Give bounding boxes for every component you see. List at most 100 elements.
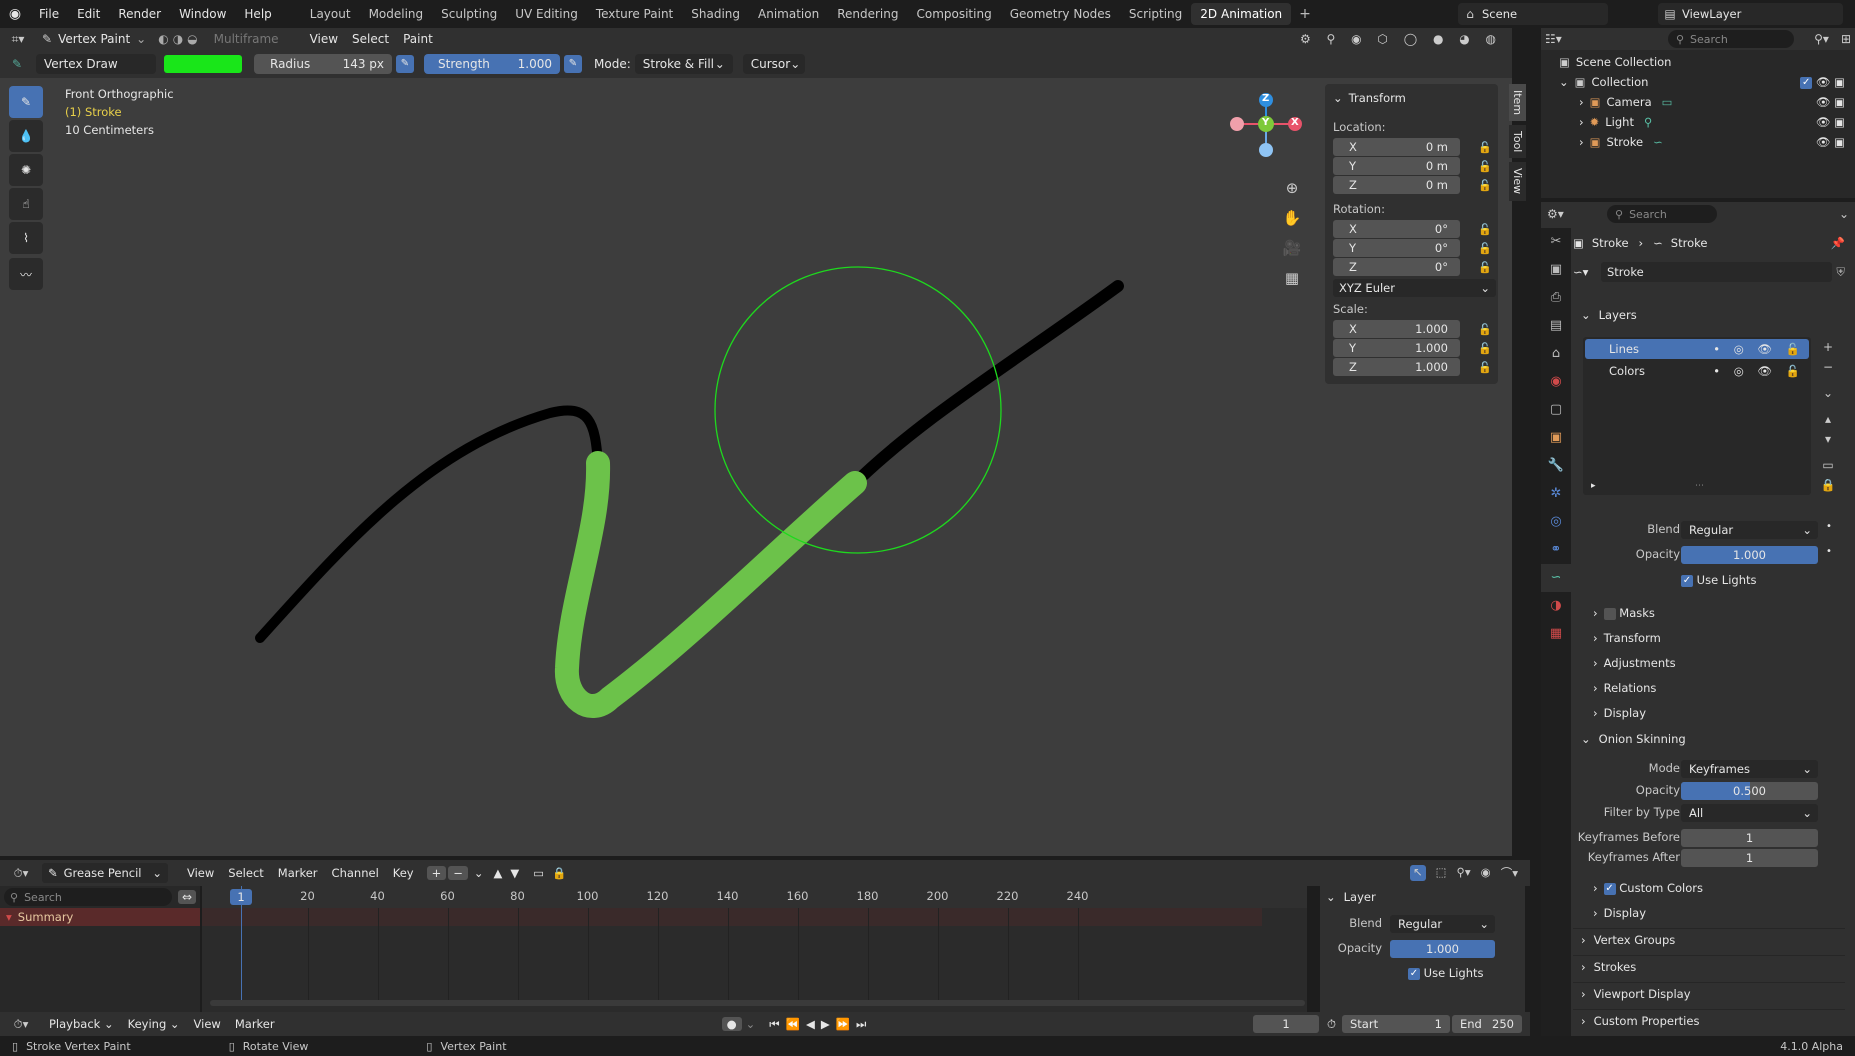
navigation-gizmo[interactable]: Z Y X <box>1225 92 1305 172</box>
grid-ortho-icon[interactable]: ▦ <box>1279 263 1305 293</box>
isolate-lock-icon[interactable]: 🔒 <box>1818 475 1838 495</box>
dopesheet-area[interactable]: 20 40 60 80 100 120 140 160 180 200 220 240 1 <box>202 886 1307 1014</box>
average-tool-icon[interactable]: ✺ <box>9 154 43 186</box>
keying-menu[interactable]: Keying ⌄ <box>121 1013 187 1035</box>
current-frame-field[interactable]: 1 <box>1253 1015 1320 1033</box>
layers-section-header[interactable]: ⌄ Layers <box>1573 304 1845 326</box>
interpolation-icon[interactable]: ⌒▾ <box>1501 865 1518 881</box>
datablock-selector[interactable]: ∽▾ Stroke ⛨ <box>1573 262 1845 282</box>
dopesheet-mode-dropdown[interactable]: ✎ Grease Pencil ⌄ <box>42 863 168 883</box>
scene-tab-icon[interactable]: ⌂ <box>1541 340 1571 368</box>
transform-subsection[interactable]: › Transform <box>1573 626 1845 651</box>
delete-keyframe-icon[interactable]: − <box>448 866 468 880</box>
collection-row[interactable]: ⌄ ▣ Collection ✓ 👁 ▣ <box>1559 72 1849 92</box>
add-workspace-icon[interactable]: + <box>1291 6 1319 22</box>
display-icon[interactable]: ▭ <box>533 866 544 880</box>
menu-view[interactable]: View <box>180 862 221 884</box>
start-frame-field[interactable]: Start 1 <box>1342 1015 1450 1033</box>
summary-channel[interactable]: ▾ Summary <box>0 908 200 926</box>
layer-panel-header[interactable]: ⌄ Layer <box>1320 886 1525 908</box>
tab-animation[interactable]: Animation <box>749 3 828 25</box>
rotation-x-field[interactable]: X 0° <box>1333 220 1460 238</box>
lock-icon[interactable]: 🔓 <box>1478 361 1492 374</box>
camera-icon[interactable]: ▣ <box>1834 75 1845 89</box>
opacity-field[interactable]: 1.000 <box>1390 940 1495 958</box>
mask-toggle-icons[interactable]: ◐◑◒ <box>152 32 207 46</box>
editor-type-icon[interactable]: ⏱▾ <box>0 1017 42 1032</box>
menu-paint[interactable]: Paint <box>396 28 440 50</box>
lock-icon[interactable]: 🔓 <box>1478 141 1492 154</box>
tab-scripting[interactable]: Scripting <box>1120 3 1191 25</box>
horizontal-scrollbar[interactable] <box>210 1000 1305 1006</box>
outliner-item-camera[interactable]: › ▣ Camera ▭ 👁 ▣ <box>1579 92 1849 112</box>
keyframes-after-field[interactable]: 1 <box>1681 849 1818 867</box>
pen-pressure-icon[interactable]: ✎ <box>396 55 414 73</box>
tab-geometry-nodes[interactable]: Geometry Nodes <box>1001 3 1120 25</box>
channel-search-input[interactable]: ⚲ Search <box>4 888 172 906</box>
layer-toggle-icons[interactable]: • ◎ 👁 🔓 <box>1713 342 1805 356</box>
proportional-icon[interactable]: ◉ <box>1481 865 1491 881</box>
frame-ruler[interactable] <box>202 886 1307 908</box>
outliner-search-input[interactable]: ⚲ Search <box>1667 30 1795 48</box>
play-icon[interactable]: ▶ <box>821 1017 830 1031</box>
display-subsection[interactable]: › Display <box>1573 701 1845 726</box>
brush-icon[interactable]: ✎ <box>12 57 32 71</box>
menu-view[interactable]: View <box>303 28 345 50</box>
collection-tab-icon[interactable]: ▢ <box>1541 396 1571 424</box>
view-layer-tab-icon[interactable]: ▤ <box>1541 312 1571 340</box>
menu-edit[interactable]: Edit <box>68 0 109 28</box>
swap-icon[interactable]: ⇔ <box>177 890 196 904</box>
relations-subsection[interactable]: › Relations <box>1573 676 1845 701</box>
checkbox-icon[interactable] <box>1603 607 1616 620</box>
custom-properties-section[interactable]: › Custom Properties <box>1573 1009 1845 1031</box>
onion-opacity-slider[interactable]: 0.500 <box>1681 782 1818 800</box>
outliner-item-light[interactable]: › ✹ Light ⚲ 👁 ▣ <box>1579 112 1849 132</box>
insert-keyframe-icon[interactable]: + <box>426 866 447 880</box>
blend-dropdown[interactable]: Regular ⌄ <box>1681 521 1818 539</box>
mode-dropdown[interactable]: Stroke & Fill ⌄ <box>634 54 733 74</box>
lock-icon[interactable]: 🔓 <box>1478 261 1492 274</box>
strokes-section[interactable]: › Strokes <box>1573 955 1845 977</box>
jump-end-icon[interactable]: ⏭ <box>856 1017 866 1032</box>
viewport-shading-icons[interactable]: ⚙ ⚲ ◉ ⬡ ◯ ● ◕ ◍ <box>1300 32 1512 46</box>
playhead-frame[interactable]: 1 <box>230 889 252 905</box>
tab-rendering[interactable]: Rendering <box>828 3 907 25</box>
texture-tab-icon[interactable]: ▦ <box>1541 620 1571 648</box>
lock-icon[interactable]: 🔓 <box>1478 223 1492 236</box>
radius-field[interactable]: Radius 143 px <box>254 54 392 74</box>
constraints-tab-icon[interactable]: ⚭ <box>1541 536 1571 564</box>
mode-selector[interactable]: ✎ Vertex Paint ⌄ <box>36 32 152 46</box>
viewport-display-section[interactable]: › Viewport Display <box>1573 982 1845 1004</box>
tab-layout[interactable]: Layout <box>301 3 360 25</box>
outliner-item-stroke[interactable]: › ▣ Stroke ∽ 👁 ▣ <box>1579 132 1849 152</box>
scale-z-field[interactable]: Z 1.000 <box>1333 358 1460 376</box>
onion-mode-dropdown[interactable]: Keyframes ⌄ <box>1681 760 1818 778</box>
eye-icon[interactable]: 👁 <box>1816 75 1831 89</box>
camera-view-icon[interactable]: 🎥 <box>1279 233 1305 263</box>
view-layer-selector[interactable]: ▤ ViewLayer <box>1658 3 1843 25</box>
checkbox-icon[interactable]: ✓ <box>1681 574 1693 587</box>
scale-y-field[interactable]: Y 1.000 <box>1333 339 1460 357</box>
location-x-field[interactable]: X 0 m <box>1333 138 1460 156</box>
checkbox-icon[interactable]: ✓ <box>1800 76 1813 89</box>
pan-hand-icon[interactable]: ✋ <box>1279 203 1305 233</box>
menu-select[interactable]: Select <box>221 862 270 884</box>
new-collection-icon[interactable]: ⊞ <box>1841 32 1851 46</box>
menu-marker[interactable]: Marker <box>271 862 325 884</box>
visibility-icons[interactable]: 👁 ▣ <box>1816 92 1845 112</box>
lock-icon[interactable]: 🔒 <box>552 866 566 880</box>
filter-icon[interactable]: ⚲▾ <box>1456 865 1470 881</box>
smear-tool-icon[interactable]: ☝ <box>9 188 43 220</box>
visibility-icons[interactable]: 👁 ▣ <box>1816 132 1845 152</box>
layer-specials-icon[interactable]: ⌄ <box>1818 383 1838 403</box>
lock-icon[interactable]: 🔓 <box>1478 160 1492 173</box>
use-lights-checkbox[interactable]: ✓ Use Lights <box>1408 966 1484 980</box>
animate-dot-icon[interactable]: • <box>1826 546 1832 557</box>
chevron-down-icon[interactable]: ⌄ <box>474 866 484 880</box>
masks-subsection[interactable]: › Masks <box>1573 601 1845 626</box>
output-tab-icon[interactable]: ⎙ <box>1541 284 1571 312</box>
keyframes-before-field[interactable]: 1 <box>1681 829 1818 847</box>
tab-shading[interactable]: Shading <box>682 3 749 25</box>
rotation-z-field[interactable]: Z 0° <box>1333 258 1460 276</box>
color-swatch[interactable] <box>164 55 242 73</box>
